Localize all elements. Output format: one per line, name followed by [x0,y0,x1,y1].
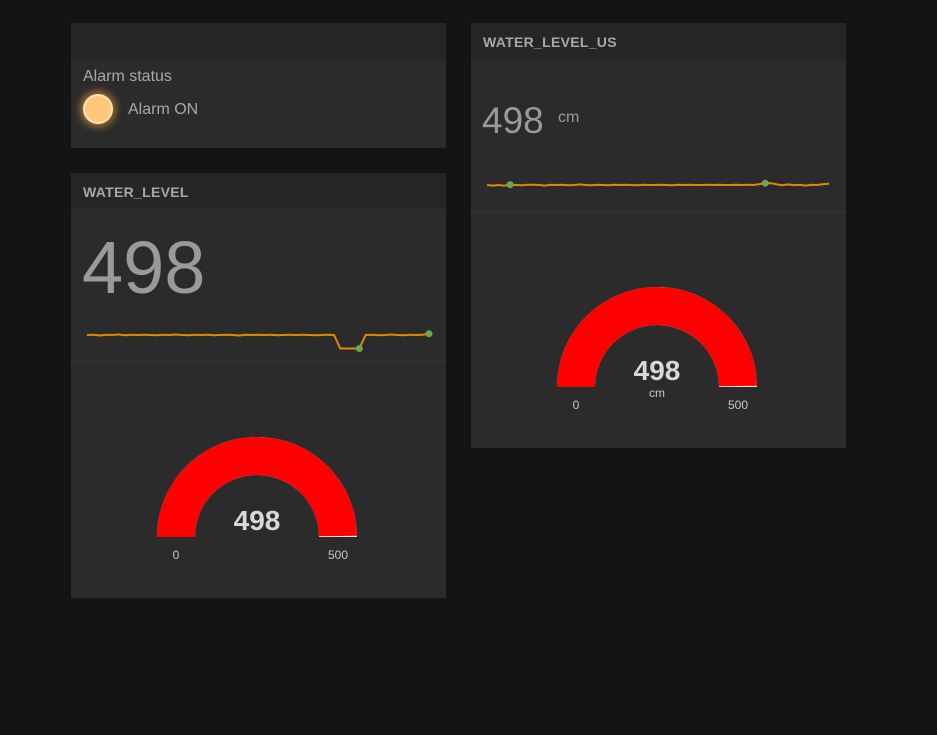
gauge-max-label: 500 [728,398,748,412]
water-level-value: 498 [82,226,206,309]
water-level-card-header: WATER_LEVEL [71,173,446,209]
sparkline-line [86,332,430,350]
water-level-us-divider [471,211,846,212]
water-level-us-gauge: 498 cm 0 500 [557,286,757,412]
gauge-min-label: 0 [173,548,180,562]
water-level-us-value: 498 [482,100,544,141]
alarm-led-icon [83,94,113,124]
water-level-card: WATER_LEVEL 498 498 0 500 [71,173,446,598]
water-level-us-unit: cm [558,109,580,126]
water-level-us-card-header: WATER_LEVEL_US [471,23,846,59]
alarm-card-header [71,23,446,59]
water-level-title: WATER_LEVEL [83,184,189,200]
alarm-state-text: Alarm ON [128,101,199,118]
water-level-divider [71,361,446,362]
sparkline-point [761,179,769,187]
water-level-sparkline [86,330,433,352]
water-level-gauge: 498 0 500 [157,436,357,562]
sparkline-point [506,181,514,189]
sparkline-point [355,345,363,352]
sparkline-point [425,330,433,338]
gauge-value-text: 498 [234,505,281,536]
sparkline-line [486,182,830,187]
gauge-max-label: 500 [328,548,348,562]
water-level-us-card: WATER_LEVEL_US 498 cm 498 cm 0 500 [471,23,846,448]
alarm-status-label: Alarm status [83,68,172,85]
gauge-min-label: 0 [573,398,580,412]
gauge-value-text: 498 [634,355,681,386]
water-level-us-title: WATER_LEVEL_US [483,34,617,50]
gauge-unit-text: cm [649,386,665,400]
water-level-us-sparkline [486,179,830,189]
alarm-status-card: Alarm status Alarm ON [71,23,446,148]
